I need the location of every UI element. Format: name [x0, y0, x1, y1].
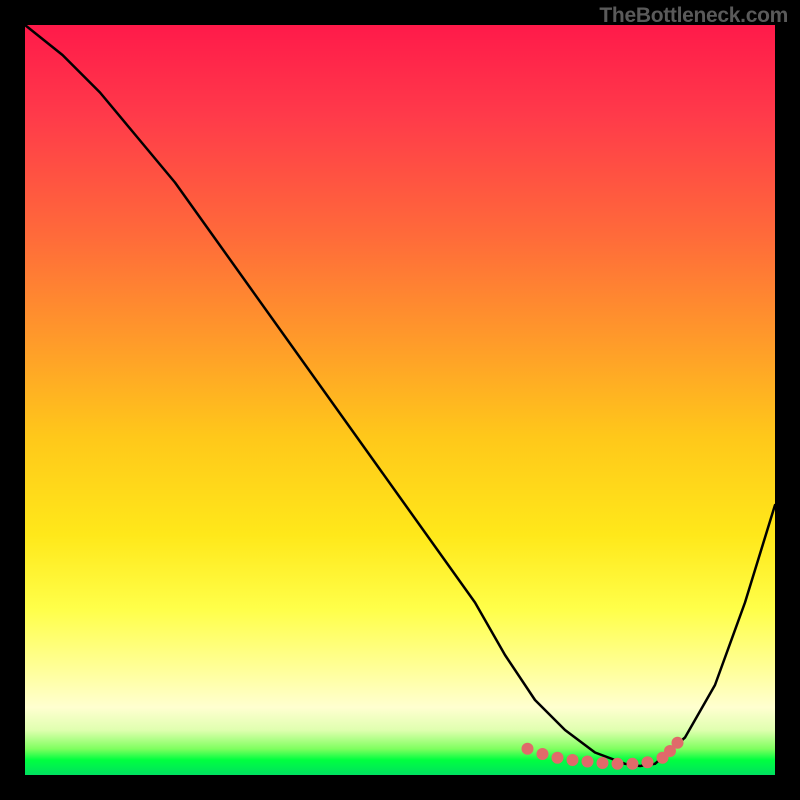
marker-dot	[552, 752, 564, 764]
optimal-zone-markers	[522, 737, 684, 770]
chart-svg	[25, 25, 775, 775]
marker-dot	[627, 758, 639, 770]
chart-container: TheBottleneck.com	[0, 0, 800, 800]
marker-dot	[612, 758, 624, 770]
marker-dot	[537, 748, 549, 760]
marker-dot	[597, 757, 609, 769]
marker-dot	[522, 743, 534, 755]
bottleneck-curve	[25, 25, 775, 766]
marker-dot	[567, 754, 579, 766]
marker-dot	[582, 756, 594, 768]
watermark-text: TheBottleneck.com	[599, 4, 788, 28]
marker-dot	[672, 737, 684, 749]
marker-dot	[642, 756, 654, 768]
chart-plot-area	[25, 25, 775, 775]
